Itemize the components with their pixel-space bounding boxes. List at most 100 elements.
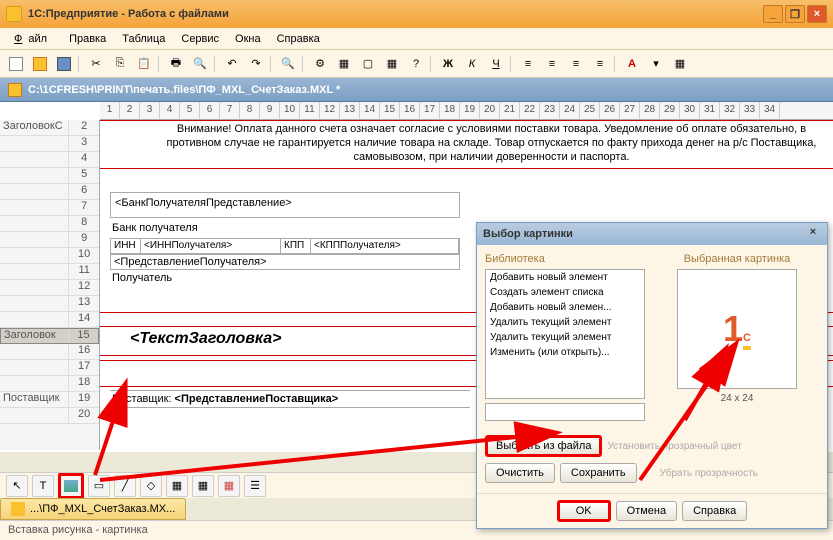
table-icon[interactable]: ▦ [218, 475, 240, 497]
col-header[interactable]: 29 [660, 102, 680, 119]
preview-icon[interactable]: 🔍 [190, 54, 210, 74]
rect-icon[interactable]: ▭ [88, 475, 110, 497]
clear-button[interactable]: Очистить [485, 463, 555, 483]
col-header[interactable]: 22 [520, 102, 540, 119]
row-num[interactable]: 18 [69, 376, 99, 391]
tool-icon[interactable]: ? [406, 54, 426, 74]
tool-icon[interactable]: ⚙ [310, 54, 330, 74]
tool-icon[interactable]: ▦ [334, 54, 354, 74]
menu-table[interactable]: Таблица [116, 31, 171, 47]
menu-service[interactable]: Сервис [175, 31, 225, 47]
title-text[interactable]: <ТекстЗаголовка> [130, 330, 281, 348]
save-button[interactable]: Сохранить [560, 463, 637, 483]
col-header[interactable]: 19 [460, 102, 480, 119]
col-header[interactable]: 21 [500, 102, 520, 119]
col-header[interactable]: 4 [160, 102, 180, 119]
col-header[interactable]: 5 [180, 102, 200, 119]
tool-icon[interactable]: ▦ [382, 54, 402, 74]
list-item[interactable]: Создать элемент списка [486, 285, 644, 300]
col-header[interactable]: 23 [540, 102, 560, 119]
new-icon[interactable] [6, 54, 26, 74]
list-item[interactable]: Добавить новый элемен... [486, 300, 644, 315]
dialog-close-button[interactable]: × [805, 226, 821, 242]
minimize-button[interactable]: _ [763, 5, 783, 23]
cursor-icon[interactable]: ↖ [6, 475, 28, 497]
row-inn-kpp[interactable]: ИНН <ИННПолучателя> КПП <КПППолучателя> [110, 238, 460, 254]
library-list[interactable]: Добавить новый элемент Создать элемент с… [485, 269, 645, 399]
col-header[interactable]: 30 [680, 102, 700, 119]
more-icon[interactable]: ☰ [244, 475, 266, 497]
undo-icon[interactable]: ↶ [222, 54, 242, 74]
row-num[interactable]: 3 [69, 136, 99, 151]
row-num[interactable]: 8 [69, 216, 99, 231]
help-button[interactable]: Справка [682, 501, 747, 521]
row-num[interactable]: 6 [69, 184, 99, 199]
picture-icon[interactable] [58, 473, 84, 499]
grid2-icon[interactable]: ▦ [192, 475, 214, 497]
col-header[interactable]: 16 [400, 102, 420, 119]
row-num[interactable]: 19 [69, 392, 99, 407]
align-justify-icon[interactable]: ≡ [590, 54, 610, 74]
row-num[interactable]: 14 [69, 312, 99, 327]
col-header[interactable]: 3 [140, 102, 160, 119]
col-header[interactable]: 34 [760, 102, 780, 119]
col-header[interactable]: 24 [560, 102, 580, 119]
fill-color-icon[interactable]: ▾ [646, 54, 666, 74]
col-header[interactable]: 17 [420, 102, 440, 119]
row-num[interactable]: 20 [69, 408, 99, 423]
col-header[interactable]: 9 [260, 102, 280, 119]
col-header[interactable]: 2 [120, 102, 140, 119]
col-header[interactable]: 7 [220, 102, 240, 119]
col-header[interactable]: 27 [620, 102, 640, 119]
ok-button[interactable]: OK [557, 500, 611, 522]
cell-pred[interactable]: <ПредставлениеПолучателя> [110, 254, 460, 270]
align-right-icon[interactable]: ≡ [566, 54, 586, 74]
col-header[interactable]: 11 [300, 102, 320, 119]
row-num[interactable]: 13 [69, 296, 99, 311]
copy-icon[interactable]: ⎘ [110, 54, 130, 74]
row-num[interactable]: 5 [69, 168, 99, 183]
row-num[interactable]: 9 [69, 232, 99, 247]
redo-icon[interactable]: ↷ [246, 54, 266, 74]
bold-icon[interactable]: Ж [438, 54, 458, 74]
taskbar-tab[interactable]: ...\ПФ_MXL_СчетЗаказ.MX... [0, 498, 186, 520]
cancel-button[interactable]: Отмена [616, 501, 677, 521]
open-icon[interactable] [30, 54, 50, 74]
grid-icon[interactable]: ▦ [166, 475, 188, 497]
row-num[interactable]: 11 [69, 264, 99, 279]
align-left-icon[interactable]: ≡ [518, 54, 538, 74]
menu-help[interactable]: Справка [271, 31, 326, 47]
row-num[interactable]: 12 [69, 280, 99, 295]
col-header[interactable]: 15 [380, 102, 400, 119]
zoom-icon[interactable]: 🔍 [278, 54, 298, 74]
row-num[interactable]: 4 [69, 152, 99, 167]
col-header[interactable]: 8 [240, 102, 260, 119]
align-center-icon[interactable]: ≡ [542, 54, 562, 74]
row-num[interactable]: 16 [69, 344, 99, 359]
menu-windows[interactable]: Окна [229, 31, 267, 47]
shape-icon[interactable]: ◇ [140, 475, 162, 497]
col-header[interactable]: 12 [320, 102, 340, 119]
col-header[interactable]: 26 [600, 102, 620, 119]
col-header[interactable]: 32 [720, 102, 740, 119]
tool-icon[interactable]: ▢ [358, 54, 378, 74]
menu-edit[interactable]: Правка [63, 31, 112, 47]
row-num[interactable]: 7 [69, 200, 99, 215]
supplier-row[interactable]: Поставщик: <ПредставлениеПоставщика> [110, 390, 470, 408]
cut-icon[interactable]: ✂ [86, 54, 106, 74]
row-num[interactable]: 2 [69, 120, 99, 135]
text-icon[interactable]: T [32, 475, 54, 497]
col-header[interactable]: 10 [280, 102, 300, 119]
underline-icon[interactable]: Ч [486, 54, 506, 74]
col-header[interactable]: 6 [200, 102, 220, 119]
col-header[interactable]: 1 [100, 102, 120, 119]
list-item[interactable]: Изменить (или открыть)... [486, 345, 644, 360]
col-header[interactable]: 33 [740, 102, 760, 119]
save-icon[interactable] [54, 54, 74, 74]
maximize-button[interactable]: ❐ [785, 5, 805, 23]
cell-bank[interactable]: <БанкПолучателяПредставление> [110, 192, 460, 218]
choose-file-button[interactable]: Выбрать из файла [485, 435, 602, 457]
italic-icon[interactable]: К [462, 54, 482, 74]
col-header[interactable]: 14 [360, 102, 380, 119]
row-num[interactable]: 10 [69, 248, 99, 263]
